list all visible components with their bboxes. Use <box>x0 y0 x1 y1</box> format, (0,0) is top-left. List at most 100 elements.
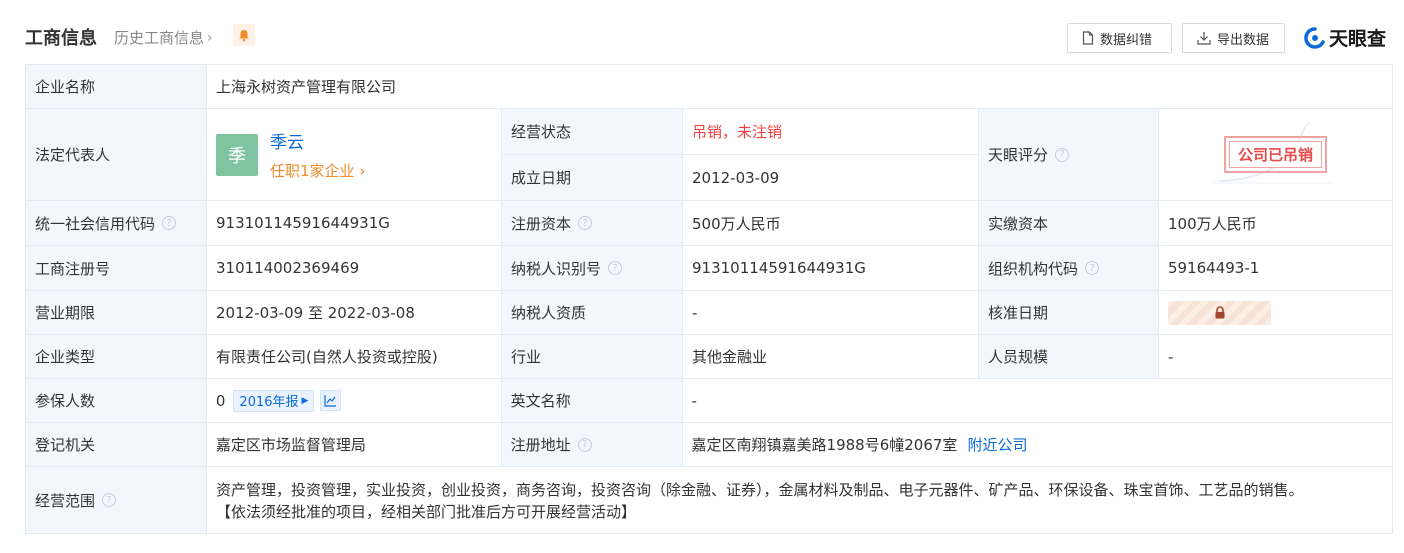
label-english-name: 英文名称 <box>501 379 683 423</box>
scope-line-1: 资产管理，投资管理，实业投资，创业投资，商务咨询，投资咨询（除金融、证券），金属… <box>216 481 1304 499</box>
scope-line-2: 【依法须经批准的项目，经相关部门批准后方可开展经营活动】 <box>216 503 637 521</box>
brand-logo-icon <box>1304 26 1325 49</box>
value-reg-number: 310114002369469 <box>207 246 502 291</box>
label-org-code-text: 组织机构代码 <box>988 259 1079 278</box>
avatar[interactable]: 季 <box>216 133 258 176</box>
label-reg-capital: 注册资本? <box>502 201 683 246</box>
legal-rep-name[interactable]: 季云 <box>270 128 365 153</box>
label-scope: 经营范围? <box>26 467 207 534</box>
label-paid-capital: 实缴资本 <box>979 201 1159 246</box>
help-icon[interactable]: ? <box>102 493 117 507</box>
table-row: 成立日期 2012-03-09 <box>502 155 979 201</box>
business-info-table: 企业名称 上海永树资产管理有限公司 法定代表人 季 季云 任职1家企业 › 经营… <box>25 64 1393 534</box>
help-icon[interactable]: ? <box>578 216 593 230</box>
label-taxpayer-id: 纳税人识别号? <box>502 246 683 291</box>
help-icon[interactable]: ? <box>577 437 592 452</box>
section-header: 工商信息 历史工商信息 › 数据纠错 导出数据 天眼查 <box>25 0 1394 64</box>
nearby-companies-link[interactable]: 附近公司 <box>967 434 1027 455</box>
bell-icon[interactable] <box>233 24 255 46</box>
value-industry: 其他金融业 <box>683 335 979 379</box>
page-title: 工商信息 <box>25 28 97 49</box>
value-reg-address: 嘉定区南翔镇嘉美路1988号6幢2067室 <box>691 436 958 454</box>
revoked-stamp: 公司已吊销 <box>1223 136 1327 173</box>
label-reg-address: 注册地址? <box>501 423 683 467</box>
table-row: 经营状态 吊销，未注销 <box>502 109 979 155</box>
score-cell: 公司已吊销 <box>1159 109 1393 201</box>
label-reg-number: 工商注册号 <box>26 246 207 291</box>
table-row: 参保人数 0 2016年报 ▶ 英文名称 - <box>26 379 1393 423</box>
approval-date-cell <box>1159 291 1393 335</box>
chevron-right-icon: › <box>207 29 213 46</box>
report-year-label: 2016年报 <box>239 395 299 410</box>
caret-right-icon: ▶ <box>301 395 309 406</box>
report-year-dropdown[interactable]: 2016年报 ▶ <box>233 389 315 412</box>
label-reg-address-text: 注册地址 <box>510 436 571 454</box>
value-term: 2012-03-09 至 2022-03-08 <box>207 291 502 335</box>
correct-data-label: 数据纠错 <box>1100 32 1153 48</box>
value-scope: 资产管理，投资管理，实业投资，创业投资，商务咨询，投资咨询（除金融、证券），金属… <box>207 467 1393 534</box>
correct-data-button[interactable]: 数据纠错 <box>1067 23 1172 53</box>
value-credit-code: 91310114591644931G <box>207 201 502 246</box>
table-row: 企业名称 上海永树资产管理有限公司 <box>26 65 1393 109</box>
label-insured: 参保人数 <box>26 379 207 423</box>
label-company-type: 企业类型 <box>26 335 207 379</box>
value-taxpayer-qual: - <box>683 291 979 335</box>
label-tianyan-score-text: 天眼评分 <box>988 146 1049 164</box>
label-industry: 行业 <box>502 335 683 379</box>
table-row: 工商注册号 310114002369469 纳税人识别号? 9131011459… <box>26 246 1393 291</box>
table-row: 统一社会信用代码? 91310114591644931G 注册资本? 500万人… <box>26 201 1393 246</box>
label-reg-capital-text: 注册资本 <box>511 214 572 233</box>
legal-rep-positions-label: 任职1家企业 <box>270 162 355 180</box>
history-link-label: 历史工商信息 <box>114 29 205 47</box>
table-row: 企业类型 有限责任公司(自然人投资或控股) 行业 其他金融业 人员规模 - <box>26 335 1393 379</box>
legal-rep-positions-link[interactable]: 任职1家企业 › <box>270 160 365 181</box>
status-group: 经营状态 吊销，未注销 成立日期 2012-03-09 <box>502 109 979 201</box>
locked-value[interactable] <box>1168 300 1271 325</box>
value-english-name: - <box>682 379 1393 423</box>
chart-icon[interactable] <box>320 390 342 411</box>
help-icon[interactable]: ? <box>608 261 623 275</box>
label-legal-rep: 法定代表人 <box>26 109 207 201</box>
download-icon <box>1197 32 1211 45</box>
label-scope-text: 经营范围 <box>35 491 96 510</box>
help-icon[interactable]: ? <box>1085 261 1100 275</box>
export-data-button[interactable]: 导出数据 <box>1182 23 1285 53</box>
table-row: 营业期限 2012-03-09 至 2022-03-08 纳税人资质 - 核准日… <box>26 291 1393 335</box>
label-taxpayer-id-text: 纳税人识别号 <box>511 259 602 278</box>
label-tianyan-score: 天眼评分 ? <box>979 109 1159 201</box>
help-icon[interactable]: ? <box>162 216 177 230</box>
label-approval-date: 核准日期 <box>979 291 1159 335</box>
table-row: 登记机关 嘉定区市场监督管理局 注册地址? 嘉定区南翔镇嘉美路1988号6幢20… <box>26 423 1393 467</box>
reg-address-cell: 嘉定区南翔镇嘉美路1988号6幢2067室 附近公司 <box>682 423 1393 467</box>
label-company-name: 企业名称 <box>26 65 207 109</box>
help-icon[interactable]: ? <box>1055 147 1070 162</box>
table-row: 经营范围? 资产管理，投资管理，实业投资，创业投资，商务咨询，投资咨询（除金融、… <box>26 467 1393 534</box>
brand-name: 天眼查 <box>1329 28 1387 50</box>
label-taxpayer-qual: 纳税人资质 <box>502 291 683 335</box>
value-org-code: 59164493-1 <box>1159 246 1393 291</box>
history-link[interactable]: 历史工商信息 › <box>114 27 213 48</box>
label-registry: 登记机关 <box>26 423 207 467</box>
value-company-name: 上海永树资产管理有限公司 <box>207 65 1393 109</box>
legal-rep-cell: 季 季云 任职1家企业 › <box>207 109 502 201</box>
value-reg-capital: 500万人民币 <box>683 201 979 246</box>
label-term: 营业期限 <box>26 291 207 335</box>
label-status: 经营状态 <box>502 109 683 155</box>
value-insured: 0 <box>215 391 226 410</box>
value-taxpayer-id: 91310114591644931G <box>683 246 979 291</box>
export-data-label: 导出数据 <box>1217 32 1270 48</box>
document-icon <box>1082 31 1094 45</box>
insured-cell: 0 2016年报 ▶ <box>206 379 502 423</box>
brand-logo[interactable]: 天眼查 <box>1303 24 1386 51</box>
status-badge: 吊销，未注销 <box>683 109 979 155</box>
label-credit-code: 统一社会信用代码? <box>26 201 207 246</box>
label-staff-size: 人员规模 <box>979 335 1159 379</box>
revoked-stamp-text: 公司已吊销 <box>1228 141 1322 168</box>
value-staff-size: - <box>1159 335 1393 379</box>
lock-icon <box>1215 306 1224 319</box>
label-established: 成立日期 <box>502 155 683 201</box>
table-row: 法定代表人 季 季云 任职1家企业 › 经营状态 吊销，未注销 成立日期 201… <box>26 109 1393 201</box>
value-registry: 嘉定区市场监督管理局 <box>206 423 502 467</box>
value-established: 2012-03-09 <box>683 155 979 201</box>
label-org-code: 组织机构代码? <box>979 246 1159 291</box>
